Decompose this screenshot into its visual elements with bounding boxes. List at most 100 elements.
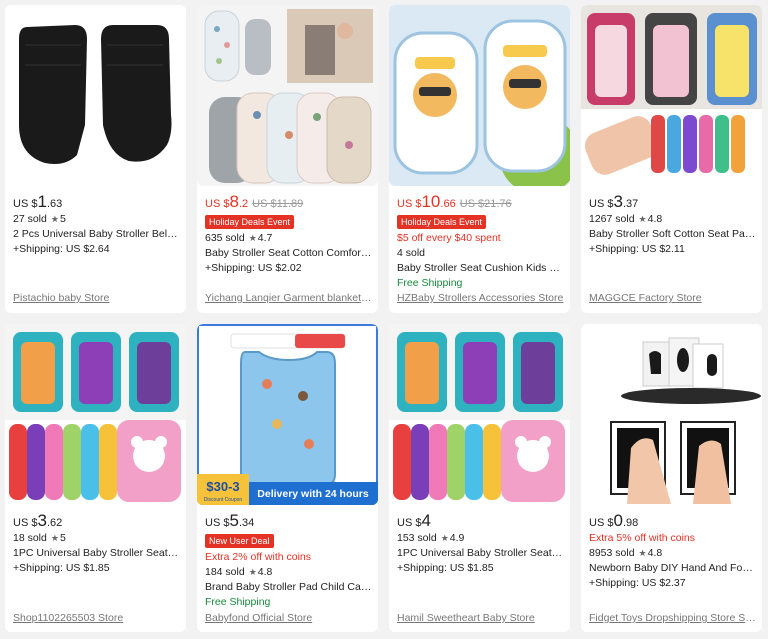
product-card[interactable]: US $4 153 sold ★4.9 1PC Universal Baby Stro… [389,324,570,632]
deal-badge: Holiday Deals Event [397,215,487,229]
free-shipping: Free Shipping [205,596,271,608]
price-currency: US $ [589,517,614,529]
product-card[interactable]: $30-3 Discount Coupon Delivery with 24 h… [197,324,378,632]
price-integer: 1 [37,192,47,211]
product-price: US $3.62 [13,511,180,531]
product-card[interactable]: US $10.66 US $21.76 Holiday Deals Event $5 … [389,5,570,313]
star-icon: ★ [440,533,449,543]
sold-count: 27 sold [13,213,47,225]
star-icon: ★ [248,567,257,577]
store-link[interactable]: MAGGCE Factory Store [589,292,756,304]
sold-count: 153 sold [397,532,437,544]
product-card[interactable]: US $3.62 18 sold ★5 1PC Universal Baby Stro… [5,324,186,632]
product-title[interactable]: Baby Stroller Soft Cotton Seat Pad ... [589,227,756,242]
coupon-subtitle: Discount Coupon [204,497,243,503]
shipping-cost: +Shipping: US $2.02 [205,262,302,274]
rating-value: 4.8 [257,566,273,578]
product-image[interactable] [389,5,570,186]
product-price: US $0.98 [589,511,756,531]
price-currency: US $ [205,517,230,529]
star-icon: ★ [638,214,647,224]
price-decimal: .62 [46,517,63,529]
product-info: US $4 153 sold ★4.9 1PC Universal Baby Stro… [397,511,564,576]
product-image[interactable] [5,324,186,505]
sold-count: 1267 sold [589,213,635,225]
product-info: US $8.2 US $11.89 Holiday Deals Event 635 s… [205,193,372,276]
product-title[interactable]: Baby Stroller Seat Cotton Comfort... [205,246,372,261]
store-link[interactable]: Shop1102265503 Store [13,612,180,624]
product-price: US $4 [397,511,564,531]
store-link[interactable]: Babyfond Official Store [205,612,372,624]
product-price: US $10.66 US $21.76 [397,192,564,212]
rating-value: 5 [59,213,66,225]
product-image[interactable] [581,5,762,186]
shipping-cost: +Shipping: US $1.85 [397,562,494,574]
store-link[interactable]: Hamil Sweetheart Baby Store [397,612,564,624]
product-info: US $0.98 Extra 5% off with coins 8953 sold… [589,511,756,591]
price-integer: 10 [421,192,441,211]
sold-count: 18 sold [13,532,47,544]
product-info: US $1.63 27 sold ★5 2 Pcs Universal Baby St… [13,192,180,257]
product-price: US $3.37 [589,192,756,212]
sold-count: 635 sold [205,232,245,244]
store-link[interactable]: HZBaby Strollers Accessories Store [397,292,564,304]
rating-value: 4.8 [647,213,663,225]
sold-rating: 153 sold ★4.9 [397,531,564,546]
promo-text: Extra 5% off with coins [589,532,696,544]
price-currency: US $ [397,517,422,529]
product-image[interactable] [5,5,186,186]
store-link[interactable]: Fidget Toys Dropshipping Store St... [589,612,756,624]
price-integer: 4 [421,511,431,530]
price-decimal: .98 [622,517,639,529]
price-decimal: .2 [238,198,249,210]
store-link[interactable]: Yichang Lanqier Garment blankets... [205,292,372,304]
shipping-cost: +Shipping: US $2.64 [13,243,110,255]
price-original: US $21.76 [459,198,512,210]
product-title[interactable]: Newborn Baby DIY Hand And Foot... [589,561,756,576]
product-price: US $5.34 [205,511,372,531]
price-currency: US $ [13,517,38,529]
price-currency: US $ [589,198,614,210]
product-image[interactable]: $30-3 Discount Coupon Delivery with 24 h… [197,324,378,505]
sold-rating: 635 sold ★4.7 [205,231,372,246]
product-card[interactable]: US $0.98 Extra 5% off with coins 8953 sold… [581,324,762,632]
deal-badge: New User Deal [205,534,274,548]
product-price: US $8.2 US $11.89 [205,193,372,212]
product-image[interactable] [581,324,762,505]
price-currency: US $ [397,198,422,210]
rating-value: 4.7 [257,232,273,244]
product-price: US $1.63 [13,192,180,212]
price-currency: US $ [205,198,230,210]
product-card[interactable]: US $8.2 US $11.89 Holiday Deals Event 635 s… [197,5,378,313]
sold-rating: 8953 sold ★4.8 [589,546,756,561]
price-currency: US $ [13,198,38,210]
rating-value: 4.8 [647,547,663,559]
promo-text: Extra 2% off with coins [205,551,312,563]
product-info: US $3.62 18 sold ★5 1PC Universal Baby Stro… [13,511,180,576]
price-integer: 3 [613,192,623,211]
product-title[interactable]: 1PC Universal Baby Stroller Seat C... [397,546,564,561]
product-title[interactable]: 1PC Universal Baby Stroller Seat C... [13,546,180,561]
product-title[interactable]: Baby Stroller Seat Cushion Kids Co... [397,261,564,276]
sold-rating: 27 sold ★5 [13,212,180,227]
price-integer: 0 [613,511,623,530]
price-integer: 3 [37,511,47,530]
star-icon: ★ [638,548,647,558]
price-integer: 5 [229,511,239,530]
promo-text: $5 off every $40 spent [397,232,501,244]
price-original: US $11.89 [252,198,304,210]
price-decimal: .37 [622,198,639,210]
shipping-cost: +Shipping: US $2.11 [589,243,685,255]
product-info: US $10.66 US $21.76 Holiday Deals Event $5 … [397,192,564,291]
product-grid: US $1.63 27 sold ★5 2 Pcs Universal Baby St… [0,0,768,639]
store-link[interactable]: Pistachio baby Store [13,292,180,304]
product-title[interactable]: Brand Baby Stroller Pad Child Cart ... [205,580,372,595]
product-image[interactable] [197,5,378,186]
product-card[interactable]: US $3.37 1267 sold ★4.8 Baby Stroller Soft … [581,5,762,313]
product-title[interactable]: 2 Pcs Universal Baby Stroller Belt C... [13,227,180,242]
deal-badge: Holiday Deals Event [205,215,295,229]
product-image[interactable] [389,324,570,505]
star-icon: ★ [248,233,257,243]
product-card[interactable]: US $1.63 27 sold ★5 2 Pcs Universal Baby St… [5,5,186,313]
shipping-cost: +Shipping: US $2.37 [589,577,686,589]
